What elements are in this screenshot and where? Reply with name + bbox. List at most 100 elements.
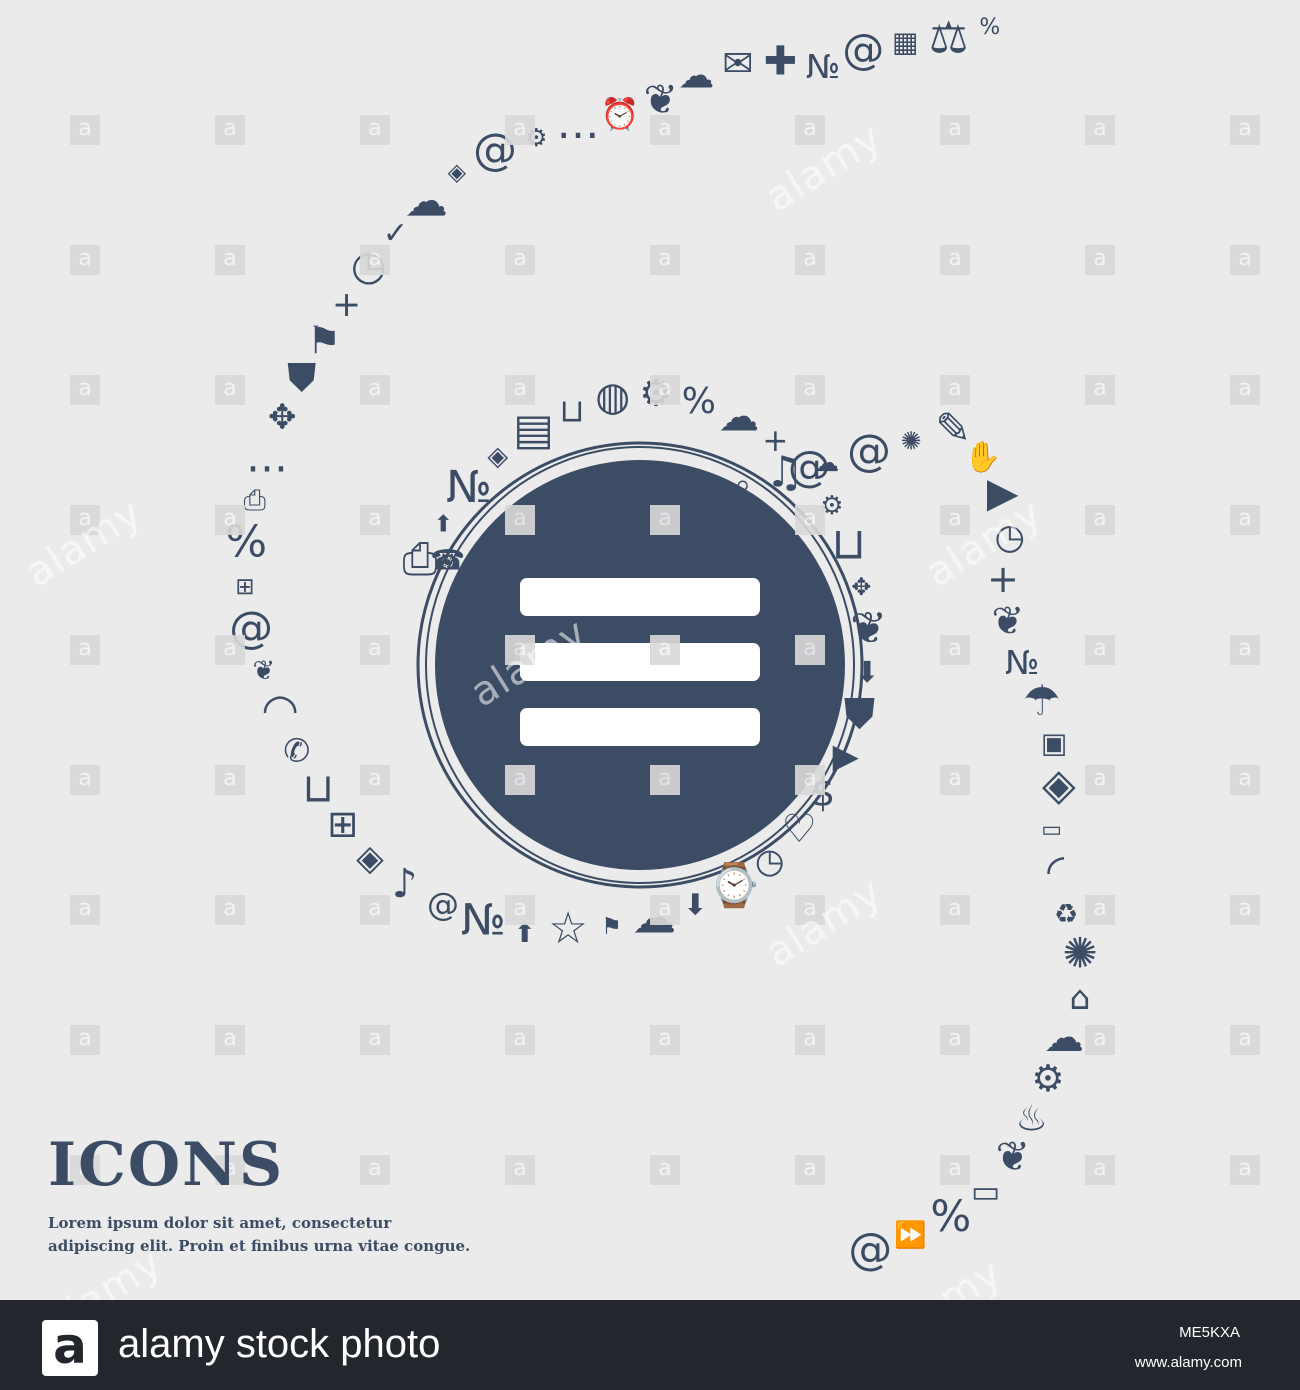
compass-icon: ◈: [1042, 760, 1076, 811]
alamy-logo[interactable]: a: [42, 1320, 98, 1376]
maple-leaf-icon: ✥: [683, 470, 717, 518]
watermark-letter: a: [1085, 505, 1115, 535]
cursor-globe-icon: ◍: [595, 374, 630, 420]
star-icon: ☆: [548, 903, 587, 954]
magnifier-plus-icon: ⌕: [734, 467, 751, 502]
sparkle-icon: ✺: [1062, 929, 1097, 978]
gift-icon: ⊞: [235, 574, 254, 600]
floppy-disk-icon: ▣: [1041, 727, 1067, 760]
site-url[interactable]: www.alamy.com: [1135, 1354, 1242, 1371]
gamepad-icon: ✚: [764, 38, 798, 84]
watermark-letter: a: [650, 115, 680, 145]
watermark-letter: a: [505, 895, 535, 925]
gears-icon: ⚙: [1031, 1057, 1064, 1100]
watermark-letter: a: [360, 115, 390, 145]
watermark-letter: a: [505, 115, 535, 145]
watermark-letter: a: [795, 375, 825, 405]
watermark-letter: a: [215, 765, 245, 795]
microwave-icon: ▭: [971, 1174, 1000, 1210]
number-sign-icon: №: [446, 462, 492, 513]
butterfly-icon: ❦: [252, 656, 275, 687]
watermark-letter: a: [215, 505, 245, 535]
cloud-icon: ☁: [405, 176, 448, 226]
footer-brand-text[interactable]: alamy stock photo: [118, 1322, 440, 1367]
percent-icon: %: [682, 381, 716, 422]
floppy-download-icon: ⬇: [855, 655, 879, 689]
percent-icon: %: [979, 15, 1000, 40]
percent-icon: %: [930, 1192, 971, 1242]
watermark-letter: a: [1085, 375, 1115, 405]
watermark-letter: a: [940, 1025, 970, 1055]
watermark-letter: a: [1085, 1155, 1115, 1185]
watermark-letter: a: [70, 375, 100, 405]
shopping-basket-icon: ⊔: [832, 518, 866, 569]
watermark-letter: a: [215, 1025, 245, 1055]
watermark-letter: a: [215, 635, 245, 665]
watermark-letter: a: [1230, 1155, 1260, 1185]
at-sign-icon: @: [847, 425, 891, 476]
watermark-letter: a: [650, 1025, 680, 1055]
menu-bar-bottom: [520, 708, 760, 746]
watermark-letter: a: [360, 245, 390, 275]
at-sign-icon: @: [597, 494, 635, 538]
alarm-clock-icon: ⏰: [601, 95, 640, 133]
watermark-letter: a: [940, 765, 970, 795]
watermark-letter: a: [505, 1025, 535, 1055]
butterfly-icon: ❦: [991, 599, 1024, 644]
envelope-icon: ✉: [722, 42, 753, 85]
gift-icon: ⊞: [327, 803, 358, 846]
home-icon: ⌂: [1070, 978, 1091, 1017]
watermark-letter: a: [1230, 895, 1260, 925]
cloud-icon: ☁: [1044, 1015, 1084, 1061]
speech-bubble-icon: …: [557, 99, 600, 149]
watermark-letter: a: [360, 1155, 390, 1185]
watermark-letter: a: [1230, 765, 1260, 795]
watermark-letter: a: [650, 1155, 680, 1185]
cloud-icon: ☁: [814, 448, 839, 477]
speech-bubble-icon: …: [246, 432, 288, 481]
number-sign-icon: №: [806, 47, 840, 86]
watermark-letter: a: [940, 895, 970, 925]
watermark-letter: a: [360, 765, 390, 795]
maple-leaf-icon: ✥: [851, 573, 871, 601]
butterfly-icon: ❦: [850, 603, 887, 654]
satellite-dish-icon: ◜: [1047, 845, 1064, 896]
watermark-letter: a: [650, 635, 680, 665]
watermark-letter: a: [1230, 1025, 1260, 1055]
watermark-letter: a: [1230, 115, 1260, 145]
download-arrow-icon: ⬇: [683, 888, 707, 922]
phone-icon: ✆: [283, 731, 310, 769]
watermark-letter: a: [795, 1155, 825, 1185]
watermark-letter: a: [505, 375, 535, 405]
watermark-letter: a: [940, 1155, 970, 1185]
watermark-letter: a: [1085, 1025, 1115, 1055]
butterfly-icon: ❦: [996, 1133, 1030, 1181]
watermark-letter: a: [215, 115, 245, 145]
watermark-letter: a: [1230, 375, 1260, 405]
watermark-letter: a: [795, 115, 825, 145]
watermark-letter: a: [940, 375, 970, 405]
telephone-icon: ☎: [430, 544, 465, 577]
at-sign-icon: @: [848, 1224, 892, 1275]
calculator-icon: ▤: [513, 405, 554, 455]
caption-line-2: adipiscing elit. Proin et finibus urna v…: [48, 1237, 471, 1255]
watermark-letter: a: [360, 635, 390, 665]
recycle-icon: ♻: [1054, 899, 1078, 930]
police-badge-icon: ⛊: [844, 689, 876, 738]
artwork: %⚖▦@№✚✉☁❦⏰…⚙@◈☁✓◷+⚑⛊✥…⎙%⊞@❦◠✆⊔⊞◈♪@№⬆☆⚑☁⬇…: [0, 0, 1300, 1356]
footer-bar: a alamy stock photo ME5KXA www.alamy.com: [0, 1300, 1300, 1390]
watermark-letter: a: [1230, 635, 1260, 665]
scales-icon: ⚖: [929, 13, 968, 64]
watermark-letter: a: [360, 375, 390, 405]
fast-forward-icon: ⏩: [894, 1219, 926, 1250]
watermark-letter: a: [70, 1025, 100, 1055]
watch-icon: ⌚: [708, 860, 760, 909]
caption: Lorem ipsum dolor sit amet, consectetur …: [48, 1212, 608, 1258]
compass-icon: ◈: [448, 158, 467, 186]
watermark-letter: a: [70, 635, 100, 665]
watermark-letter: a: [795, 1025, 825, 1055]
police-badge-icon: ⛊: [287, 356, 316, 401]
heart-plus-icon: ♡: [557, 505, 592, 550]
watermark-letter: a: [650, 245, 680, 275]
watermark-letter: a: [70, 245, 100, 275]
